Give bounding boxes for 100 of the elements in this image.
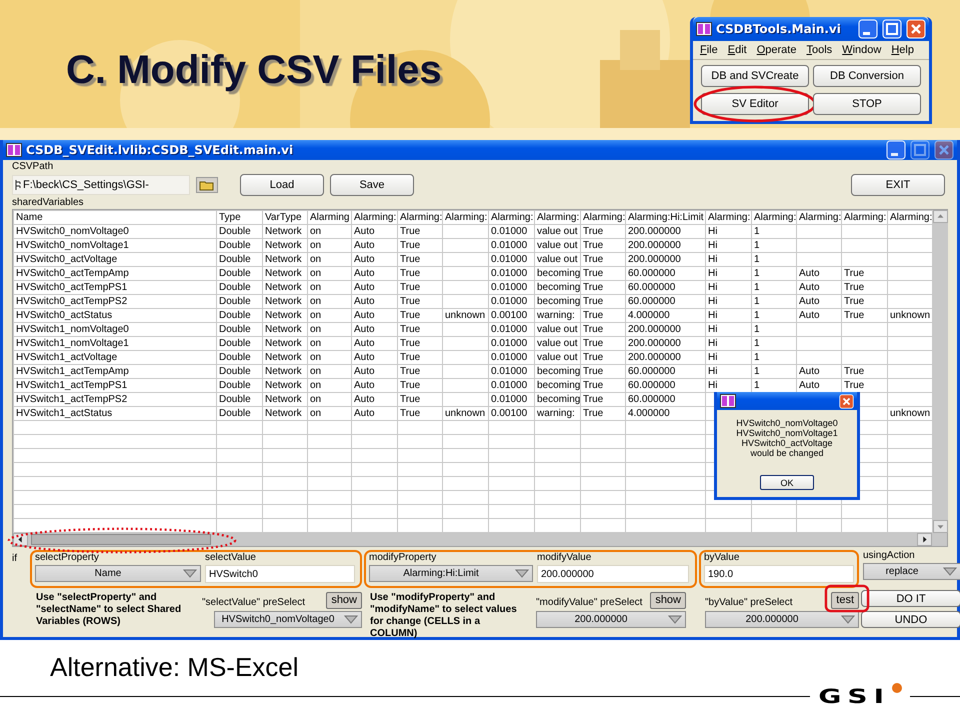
table-cell: 0.00100 <box>488 406 534 420</box>
action-button[interactable]: UNDO <box>861 611 960 628</box>
column-header[interactable]: Type <box>216 210 262 224</box>
property-dropdown[interactable]: Alarming:Hi:Limit <box>369 565 533 582</box>
instruction-text: Use "modifyProperty" and "modifyName" to select values for change (CELLS in a COLUMN) <box>370 592 518 640</box>
action-button[interactable]: DO IT <box>861 590 960 607</box>
scroll-thumb[interactable] <box>31 534 211 545</box>
close-icon[interactable] <box>839 394 854 408</box>
window-title: CSDB_SVEdit.lvlib:CSDB_SVEdit.main.vi <box>26 143 294 157</box>
property-dropdown[interactable]: Name <box>35 565 201 582</box>
table-cell: on <box>308 378 352 392</box>
menu-item[interactable]: Window <box>837 42 886 56</box>
column-header[interactable]: Alarming: <box>352 210 398 224</box>
table-cell: Network <box>262 224 308 238</box>
column-header[interactable]: Alarming: <box>888 210 932 224</box>
tool-button[interactable]: DB and SVCreate <box>701 64 809 86</box>
table-cell: HVSwitch0_actTempPS1 <box>14 280 216 294</box>
instruction-text: Use "selectProperty" and "selectName" to select Shared Variables (ROWS) <box>36 592 182 629</box>
column-header[interactable]: Name <box>14 210 216 224</box>
tool-button[interactable]: DB Conversion <box>813 64 921 86</box>
minimize-icon[interactable] <box>858 18 878 38</box>
preselect-label: "selectValue" preSelect <box>202 596 306 608</box>
path-field[interactable]: F:\beck\CS_Settings\GSI- <box>12 175 190 195</box>
menu-item[interactable]: Operate <box>752 42 802 56</box>
table-cell: 1 <box>752 308 796 322</box>
table-cell: value out <box>534 252 580 266</box>
table-cell: Auto <box>352 294 398 308</box>
column-header[interactable]: Alarming: <box>442 210 488 224</box>
tool-button[interactable]: SV Editor <box>701 92 809 114</box>
table-cell: Double <box>216 224 262 238</box>
menu-item[interactable]: Edit <box>722 42 752 56</box>
action-dropdown[interactable]: replace <box>863 563 960 580</box>
value-input[interactable]: 190.0 <box>704 565 854 583</box>
close-icon[interactable] <box>934 140 954 160</box>
column-header[interactable]: Alarming: <box>488 210 534 224</box>
table-cell: Hi <box>706 252 752 266</box>
close-icon[interactable] <box>906 18 926 38</box>
column-header[interactable]: Alarming: <box>752 210 796 224</box>
table-cell: Auto <box>352 308 398 322</box>
scroll-up-icon[interactable] <box>933 210 948 223</box>
menu-item[interactable]: Tools <box>801 42 838 56</box>
test-button[interactable]: test <box>831 592 859 608</box>
column-header[interactable]: Alarming: <box>706 210 752 224</box>
table-cell: Hi <box>706 308 752 322</box>
table-cell: 60.000000 <box>626 280 706 294</box>
column-header[interactable]: Alarming: <box>534 210 580 224</box>
column-header[interactable]: Alarming: <box>842 210 888 224</box>
preselect-dropdown[interactable]: 200.000000 <box>536 610 686 628</box>
table-cell: True <box>398 308 442 322</box>
dialog-message-line: HVSwitch0_nomVoltage1 <box>736 428 838 438</box>
column-header[interactable]: Alarming: <box>398 210 442 224</box>
value-input[interactable]: 200.000000 <box>537 565 689 583</box>
tool-button[interactable]: STOP <box>813 92 921 114</box>
table-cell: on <box>308 336 352 350</box>
table-cell: True <box>842 266 888 280</box>
maximize-icon[interactable] <box>882 18 902 38</box>
preselect-dropdown[interactable]: 200.000000 <box>705 610 859 628</box>
file-button[interactable]: Load <box>240 174 324 196</box>
table-cell: on <box>308 238 352 252</box>
table-cell: HVSwitch1_actStatus <box>14 406 216 420</box>
table-cell: Network <box>262 406 308 420</box>
table-cell: Auto <box>352 252 398 266</box>
show-button[interactable]: show <box>326 592 362 608</box>
field-label: selectProperty <box>35 552 100 564</box>
vertical-scrollbar[interactable] <box>933 210 948 533</box>
preselect-dropdown[interactable]: HVSwitch0_nomVoltage0 <box>214 610 362 628</box>
table-cell: 0.01000 <box>488 294 534 308</box>
column-header[interactable]: VarType <box>262 210 308 224</box>
table-cell: True <box>398 336 442 350</box>
table-cell: HVSwitch0_actTempPS2 <box>14 294 216 308</box>
table-cell: 1 <box>752 322 796 336</box>
scroll-right-icon[interactable] <box>917 533 932 546</box>
column-header[interactable]: Alarming: <box>580 210 626 224</box>
browse-button[interactable] <box>196 177 218 193</box>
table-cell: True <box>580 322 626 336</box>
table-cell: 0.01000 <box>488 252 534 266</box>
menu-item[interactable]: Help <box>886 42 919 56</box>
table-cell: Double <box>216 378 262 392</box>
ok-button[interactable]: OK <box>760 475 814 490</box>
menu-item[interactable]: File <box>695 42 723 56</box>
horizontal-scrollbar[interactable] <box>13 533 947 546</box>
table-cell: unknown <box>442 406 488 420</box>
table-cell: Double <box>216 364 262 378</box>
show-button[interactable]: show <box>650 592 686 608</box>
table-cell: Double <box>216 238 262 252</box>
table-cell: HVSwitch1_actTempPS1 <box>14 378 216 392</box>
table-cell: True <box>398 406 442 420</box>
table-cell: Auto <box>352 322 398 336</box>
value-input[interactable]: HVSwitch0 <box>205 565 355 583</box>
column-header[interactable]: Alarming <box>308 210 352 224</box>
table-cell: True <box>842 308 888 322</box>
column-header[interactable]: Alarming: <box>796 210 842 224</box>
table-cell: on <box>308 322 352 336</box>
file-button[interactable]: Save <box>330 174 414 196</box>
exit-button[interactable]: EXIT <box>851 174 945 196</box>
table-cell: True <box>580 224 626 238</box>
column-header[interactable]: Alarming:Hi:Limit <box>626 210 706 224</box>
app-icon <box>696 22 712 36</box>
maximize-icon[interactable] <box>910 140 930 160</box>
minimize-icon[interactable] <box>886 140 906 160</box>
